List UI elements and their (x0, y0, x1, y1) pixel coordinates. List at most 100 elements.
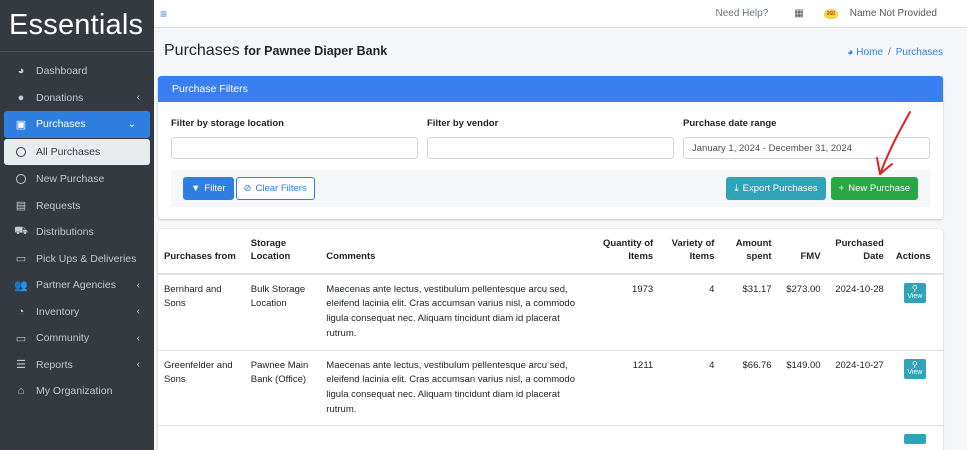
view-button[interactable]: ⚲ View (903, 282, 926, 303)
sidebar-item-pickups[interactable]: ▭ Pick Ups & Deliveries (0, 246, 154, 273)
col-storage-location[interactable]: Storage Location (244, 229, 321, 275)
circle-icon (13, 174, 29, 185)
requests-icon: ▤ (15, 200, 27, 213)
download-icon: ⤓ (734, 183, 739, 194)
chevron-down-icon: ⌄ (127, 118, 136, 130)
col-purchases-from[interactable]: Purchases from (158, 229, 245, 275)
sidebar-item-community[interactable]: ▭ Community ‹ (0, 325, 154, 352)
avatar-badge: 260 (826, 10, 835, 17)
sidebar-item-label: Community (36, 332, 90, 345)
sidebar-item-dashboard[interactable]: ◕ Dashboard (0, 58, 154, 85)
sidebar-item-new-purchase[interactable]: New Purchase (0, 166, 154, 193)
dashboard-icon: ◕ (847, 47, 854, 58)
col-variety[interactable]: Variety of Items (659, 229, 721, 275)
sidebar-item-reports[interactable]: ☰ Reports ‹ (0, 352, 154, 379)
sidebar-item-label: Inventory (36, 305, 80, 318)
col-purchased-date[interactable]: Purchased Date (826, 229, 890, 275)
calendar-icon[interactable]: ▦ (794, 8, 803, 19)
filter-card-title[interactable]: Purchase Filters (158, 76, 943, 102)
sidebar-item-label: Distributions (36, 226, 94, 239)
users-icon: 👥 (14, 279, 28, 292)
col-comments[interactable]: Comments (320, 229, 596, 275)
user-name[interactable]: Name Not Provided (850, 8, 937, 19)
new-purchase-button[interactable]: + New Purchase (830, 177, 918, 200)
cell-variety: 4 (659, 273, 721, 351)
cell-purchases-from: Bernhard and Sons (158, 273, 245, 351)
sidebar-item-requests[interactable]: ▤ Requests (0, 193, 154, 220)
cell-fmv: $273.00 (777, 273, 827, 351)
cell-variety: 4 (659, 350, 721, 427)
cell-amount-spent: $66.76 (720, 350, 778, 427)
cell-fmv: $149.00 (777, 350, 827, 427)
breadcrumb: ◕ Home / Purchases (847, 47, 943, 58)
storage-location-select[interactable] (171, 137, 418, 159)
col-amount-spent[interactable]: Amount spent (720, 229, 778, 275)
cell-purchases-from: Greenfelder and Sons (158, 350, 245, 427)
sidebar: Essentials ◕ Dashboard ● Donations ‹ ▣ P… (0, 0, 154, 450)
export-purchases-label: Export Purchases (742, 183, 818, 194)
hamburger-menu-icon[interactable]: ≡ (160, 7, 167, 21)
clear-filters-button[interactable]: ⊘ Clear Filters (235, 177, 315, 200)
pie-icon: ◔ (17, 305, 25, 318)
sidebar-item-distributions[interactable]: ⛟ Distributions (0, 219, 154, 246)
chevron-left-icon: ‹ (136, 306, 140, 318)
brand-logo[interactable]: Essentials (0, 0, 154, 52)
export-purchases-button[interactable]: ⤓ Export Purchases (726, 177, 826, 200)
view-button-label: View (907, 368, 923, 376)
breadcrumb-separator: / (887, 47, 891, 58)
sidebar-item-label: Requests (36, 199, 81, 212)
table-row (158, 425, 943, 450)
search-icon: ⚲ (911, 283, 918, 293)
home-icon: ⌂ (17, 385, 25, 398)
topbar-right: Need Help? ▦ 260 Name Not Provided (715, 8, 967, 19)
sidebar-item-donations[interactable]: ● Donations ‹ (0, 85, 154, 112)
sidebar-item-purchases[interactable]: ▣ Purchases ⌄ (4, 111, 150, 138)
cell-actions (889, 425, 943, 450)
chevron-left-icon: ‹ (136, 279, 140, 291)
table-row: Bernhard and Sons Bulk Storage Location … (158, 273, 943, 351)
sidebar-item-label: Purchases (36, 118, 86, 131)
sidebar-item-label: Pick Ups & Deliveries (36, 252, 137, 265)
breadcrumb-home[interactable]: Home (856, 47, 883, 58)
purchase-filters-card: Purchase Filters Filter by storage locat… (158, 76, 943, 219)
date-range-filter-group: Purchase date range January 1, 2024 - De… (683, 118, 930, 159)
vendor-select[interactable] (427, 137, 674, 159)
ban-icon: ⊘ (243, 183, 252, 194)
sidebar-item-label: Dashboard (36, 65, 88, 78)
col-quantity[interactable]: Quantity of Items (595, 229, 660, 275)
cart-icon: ⛟ (14, 225, 28, 238)
purchases-icon: ▣ (15, 118, 27, 131)
col-actions: Actions (889, 229, 943, 275)
page-title: Purchases for Pawnee Diaper Bank (164, 42, 387, 60)
laptop-icon: ▭ (15, 332, 27, 345)
purchases-table: Purchases from Storage Location Comments… (158, 229, 943, 450)
cell-purchased-date: 2024-10-28 (826, 273, 890, 351)
list-icon: ☰ (16, 359, 26, 372)
chevron-left-icon: ‹ (136, 332, 140, 344)
filter-button[interactable]: ▼ Filter (183, 177, 234, 200)
col-fmv[interactable]: FMV (777, 229, 827, 275)
help-link[interactable]: Need Help? (715, 8, 768, 19)
chevron-left-icon: ‹ (136, 359, 140, 371)
sidebar-item-my-organization[interactable]: ⌂ My Organization (0, 378, 154, 405)
cell-actions: ⚲ View (889, 350, 943, 427)
view-button[interactable] (903, 434, 926, 445)
table-row: Greenfelder and Sons Pawnee Main Bank (O… (158, 350, 943, 427)
date-range-label: Purchase date range (683, 118, 777, 129)
cell-comments: Maecenas ante lectus, vestibulum pellent… (320, 350, 596, 427)
new-purchase-label: New Purchase (848, 183, 910, 194)
filter-actions-bar: ▼ Filter ⊘ Clear Filters ⤓ Export Purcha… (171, 170, 930, 207)
breadcrumb-current[interactable]: Purchases (896, 47, 943, 58)
sidebar-item-inventory[interactable]: ◔ Inventory ‹ (0, 299, 154, 326)
cell-quantity: 1211 (595, 350, 660, 427)
user-avatar[interactable]: 260 (823, 8, 838, 19)
cell-amount-spent: $31.17 (720, 273, 778, 351)
date-range-input[interactable]: January 1, 2024 - December 31, 2024 (683, 137, 930, 159)
sidebar-item-all-purchases[interactable]: All Purchases (4, 138, 150, 165)
page-subtitle: for Pawnee Diaper Bank (244, 44, 388, 58)
view-button[interactable]: ⚲ View (903, 358, 926, 379)
search-icon: ⚲ (911, 359, 918, 369)
sidebar-item-label: New Purchase (36, 173, 105, 186)
cell-quantity: 1973 (595, 273, 660, 351)
sidebar-item-partner-agencies[interactable]: 👥 Partner Agencies ‹ (0, 272, 154, 299)
